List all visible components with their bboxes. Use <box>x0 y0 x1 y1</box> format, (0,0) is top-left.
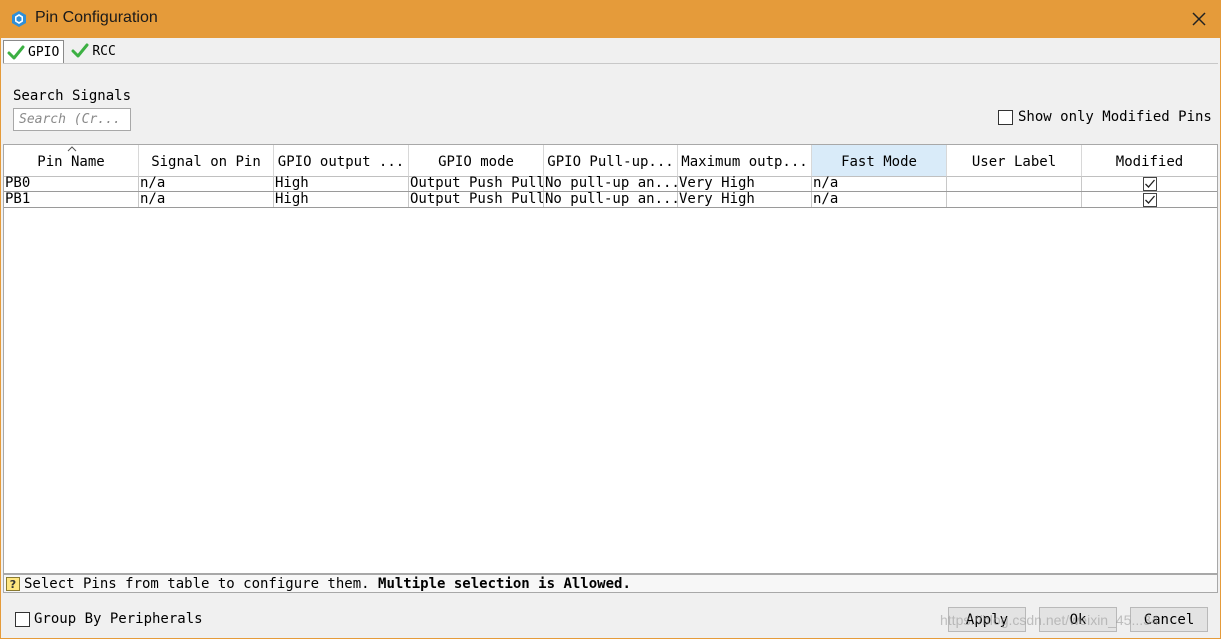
column-header-fast-mode[interactable]: Fast Mode <box>812 145 947 176</box>
show-modified-label: Show only Modified Pins <box>1018 109 1212 125</box>
green-check-icon <box>71 43 89 58</box>
cell-signal: n/a <box>139 192 274 207</box>
status-bold-text: Multiple selection is Allowed. <box>378 575 631 592</box>
cell-max-output: Very High <box>678 176 812 191</box>
group-by-checkbox[interactable] <box>15 611 30 627</box>
green-check-icon <box>7 45 25 59</box>
cancel-button[interactable]: Cancel <box>1130 607 1208 632</box>
cell-modified <box>1082 192 1217 207</box>
cell-pull: No pull-up an... <box>545 192 678 207</box>
title-bar: Pin Configuration <box>0 0 1221 38</box>
column-label: User Label <box>971 154 1057 170</box>
table-row[interactable]: PB0 n/a High Output Push Pull No pull-up… <box>4 176 1217 192</box>
column-label: Signal on Pin <box>151 154 261 170</box>
column-header-modified[interactable]: Modified <box>1082 145 1217 176</box>
question-icon: ? <box>6 576 20 591</box>
column-header-pin-name[interactable]: Pin Name <box>4 145 139 176</box>
column-label: Modified <box>1115 154 1184 170</box>
sort-ascending-icon <box>67 146 77 152</box>
cell-fast-mode: n/a <box>812 192 947 207</box>
check-icon <box>1144 195 1155 204</box>
cell-pull: No pull-up an... <box>545 176 678 191</box>
cell-pin-name: PB0 <box>4 176 139 191</box>
modified-checkbox <box>1142 192 1157 207</box>
pin-table: Pin Name Signal on Pin GPIO output ... G… <box>3 144 1218 574</box>
cell-signal: n/a <box>139 176 274 191</box>
close-icon <box>1192 12 1206 26</box>
cell-fast-mode: n/a <box>812 176 947 191</box>
column-label: Maximum outp... <box>681 154 808 170</box>
column-header-max-output[interactable]: Maximum outp... <box>678 145 812 176</box>
show-modified-checkbox[interactable] <box>998 109 1013 125</box>
status-text: Select Pins from table to configure them… <box>24 575 379 592</box>
cube-icon <box>12 11 26 27</box>
column-label: GPIO Pull-up... <box>547 154 674 170</box>
cell-max-output: Very High <box>678 192 812 207</box>
cell-pin-name: PB1 <box>4 192 139 207</box>
cell-modified <box>1082 176 1217 191</box>
tab-label: RCC <box>92 43 116 59</box>
column-header-signal[interactable]: Signal on Pin <box>139 145 274 176</box>
group-by-toggle[interactable]: Group By Peripherals <box>15 611 203 627</box>
column-header-pull[interactable]: GPIO Pull-up... <box>544 145 678 176</box>
modified-checkbox <box>1142 176 1157 191</box>
tab-label: GPIO <box>28 45 60 60</box>
status-bar: ? Select Pins from table to configure th… <box>3 574 1218 593</box>
table-row[interactable]: PB1 n/a High Output Push Pull No pull-up… <box>4 192 1217 208</box>
group-by-label: Group By Peripherals <box>34 611 203 627</box>
cell-user-label[interactable] <box>947 176 1082 191</box>
column-header-gpio-output[interactable]: GPIO output ... <box>274 145 409 176</box>
column-label: GPIO output ... <box>277 154 405 170</box>
tab-bar: GPIO RCC <box>3 40 120 64</box>
cell-gpio-output: High <box>274 192 409 207</box>
close-button[interactable] <box>1182 6 1216 32</box>
apply-button[interactable]: Apply <box>948 607 1026 632</box>
check-icon <box>1144 179 1155 188</box>
table-header: Pin Name Signal on Pin GPIO output ... G… <box>4 145 1217 177</box>
cell-gpio-mode: Output Push Pull <box>410 192 544 207</box>
search-input[interactable] <box>13 108 131 131</box>
cell-user-label[interactable] <box>947 192 1082 207</box>
column-label: GPIO mode <box>438 154 514 170</box>
ok-button[interactable]: Ok <box>1039 607 1117 632</box>
cell-gpio-mode: Output Push Pull <box>410 176 544 191</box>
window-title: Pin Configuration <box>35 9 158 26</box>
svg-text:?: ? <box>10 578 16 591</box>
tab-divider <box>3 63 1218 64</box>
search-label: Search Signals <box>13 88 132 104</box>
tab-rcc[interactable]: RCC <box>68 40 119 62</box>
column-label: Pin Name <box>37 154 105 170</box>
column-header-user-label[interactable]: User Label <box>947 145 1082 176</box>
cell-gpio-output: High <box>274 176 409 191</box>
column-label: Fast Mode <box>841 154 917 170</box>
column-header-gpio-mode[interactable]: GPIO mode <box>409 145 544 176</box>
show-modified-toggle[interactable]: Show only Modified Pins <box>998 109 1212 125</box>
tab-gpio[interactable]: GPIO <box>3 40 65 64</box>
